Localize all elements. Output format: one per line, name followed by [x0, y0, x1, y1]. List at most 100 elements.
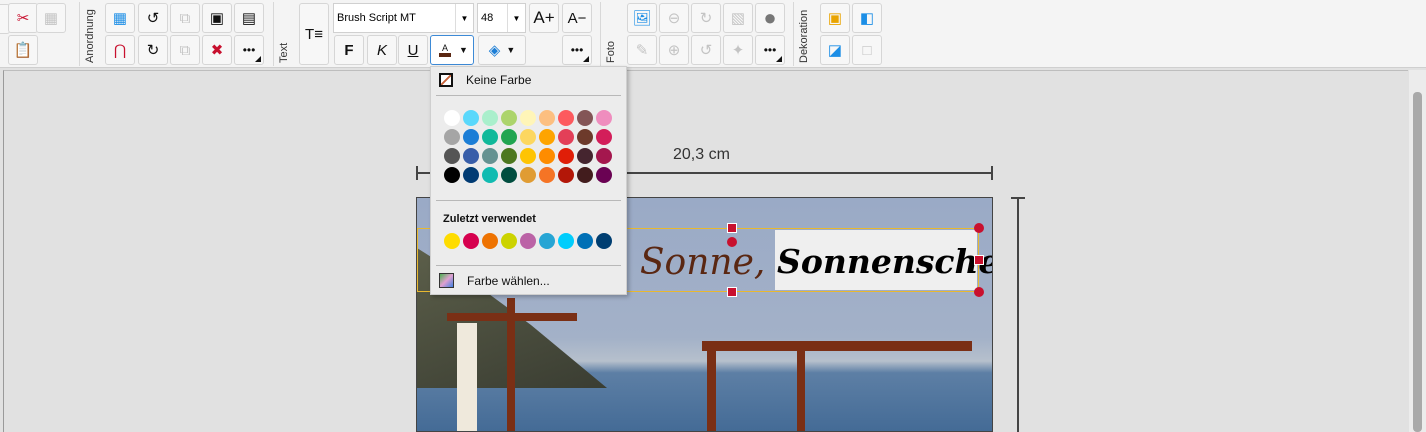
color-swatch[interactable]: [463, 110, 479, 126]
text-color-button[interactable]: A ▼: [430, 35, 474, 65]
pick-color-item[interactable]: Farbe wählen...: [439, 273, 550, 288]
rotate-handle[interactable]: [727, 237, 737, 247]
color-swatch[interactable]: [520, 129, 536, 145]
recent-color-swatch[interactable]: [577, 233, 593, 249]
text-sonnenschein[interactable]: Sonnenschein: [777, 242, 992, 281]
font-family-select[interactable]: Brush Script MT ▼: [333, 3, 474, 33]
underline-button[interactable]: U: [398, 35, 428, 65]
mask-icon[interactable]: ▧: [723, 3, 753, 33]
color-swatch[interactable]: [501, 129, 517, 145]
recent-color-swatch[interactable]: [501, 233, 517, 249]
frame-icon[interactable]: ▣: [820, 3, 850, 33]
color-swatch[interactable]: [520, 148, 536, 164]
color-swatch[interactable]: [520, 110, 536, 126]
send-backward-icon[interactable]: ⧉: [170, 35, 200, 65]
bring-forward-icon[interactable]: ⧉: [170, 3, 200, 33]
color-swatch[interactable]: [577, 110, 593, 126]
zoom-out-photo-icon[interactable]: ⊖: [659, 3, 689, 33]
resize-handle-top[interactable]: [727, 223, 737, 233]
border-icon[interactable]: □: [852, 35, 882, 65]
color-swatch[interactable]: [444, 129, 460, 145]
color-swatch[interactable]: [463, 167, 479, 183]
cut-icon[interactable]: ✂: [8, 3, 38, 33]
font-family-value: Brush Script MT: [337, 12, 416, 24]
rotate-right-icon[interactable]: ↻: [138, 35, 168, 65]
corner-handle-top-right[interactable]: [974, 223, 984, 233]
color-swatch[interactable]: [539, 129, 555, 145]
shrink-font-button[interactable]: A−: [562, 3, 592, 33]
text-sonne[interactable]: , Sonne,: [617, 242, 765, 283]
color-swatch[interactable]: [558, 129, 574, 145]
italic-button[interactable]: K: [367, 35, 397, 65]
recent-color-swatch[interactable]: [539, 233, 555, 249]
chevron-down-icon: ▼: [506, 45, 516, 55]
color-swatch[interactable]: [596, 148, 612, 164]
rotate-photo-left-icon[interactable]: ↺: [691, 35, 721, 65]
fill-color-button[interactable]: ◈ ▼: [478, 35, 526, 65]
color-swatch[interactable]: [577, 129, 593, 145]
zoom-in-photo-icon[interactable]: ⊕: [659, 35, 689, 65]
pick-color-label: Farbe wählen...: [467, 273, 550, 288]
no-color-item[interactable]: Keine Farbe: [439, 73, 531, 87]
picture-shadow-icon[interactable]: ◪: [820, 35, 850, 65]
magnet-icon[interactable]: ⋂: [105, 35, 135, 65]
color-swatch[interactable]: [482, 110, 498, 126]
color-swatch[interactable]: [444, 167, 460, 183]
color-swatch[interactable]: [520, 167, 536, 183]
bold-button[interactable]: F: [334, 35, 364, 65]
color-swatch[interactable]: [501, 110, 517, 126]
grid-icon[interactable]: ▦: [105, 3, 135, 33]
color-swatch[interactable]: [501, 148, 517, 164]
grow-font-button[interactable]: A+: [529, 3, 559, 33]
color-swatch[interactable]: [596, 129, 612, 145]
dimension-tick: [991, 166, 993, 180]
recent-color-swatch[interactable]: [520, 233, 536, 249]
color-swatch[interactable]: [463, 129, 479, 145]
color-swatch[interactable]: [463, 148, 479, 164]
resize-handle-bottom[interactable]: [727, 287, 737, 297]
edit-photo-icon[interactable]: ✎: [627, 35, 657, 65]
color-swatch[interactable]: [558, 167, 574, 183]
color-swatch[interactable]: [596, 110, 612, 126]
rotate-left-icon[interactable]: ↺: [138, 3, 168, 33]
recent-color-swatch[interactable]: [482, 233, 498, 249]
resize-handle-right[interactable]: [974, 255, 984, 265]
paste-icon[interactable]: 📋: [8, 35, 38, 65]
color-swatch[interactable]: [444, 148, 460, 164]
delete-layer-icon[interactable]: ✖: [202, 35, 232, 65]
more-photo-button[interactable]: •••: [755, 35, 785, 65]
bring-to-front-icon[interactable]: ▣: [202, 3, 232, 33]
color-swatch[interactable]: [558, 148, 574, 164]
add-text-icon[interactable]: T≡: [299, 3, 329, 65]
shadow-icon[interactable]: ◧: [852, 3, 882, 33]
face-icon[interactable]: ●: [755, 3, 785, 33]
recent-color-swatch[interactable]: [596, 233, 612, 249]
paste-special-icon[interactable]: ▦: [36, 3, 66, 33]
recent-color-swatch[interactable]: [463, 233, 479, 249]
chevron-down-icon: ▼: [455, 4, 473, 32]
color-swatch[interactable]: [596, 167, 612, 183]
color-swatch[interactable]: [444, 110, 460, 126]
recent-color-swatch[interactable]: [558, 233, 574, 249]
vertical-scrollbar[interactable]: [1409, 70, 1426, 432]
more-arrange-button[interactable]: •••: [234, 35, 264, 65]
corner-handle-bottom-right[interactable]: [974, 287, 984, 297]
color-swatch[interactable]: [539, 110, 555, 126]
font-size-select[interactable]: 48 ▼: [477, 3, 526, 33]
add-photo-icon[interactable]: 🖼: [627, 3, 657, 33]
scrollbar-thumb[interactable]: [1413, 92, 1422, 432]
color-swatch[interactable]: [482, 148, 498, 164]
recent-color-swatch[interactable]: [444, 233, 460, 249]
color-swatch[interactable]: [577, 167, 593, 183]
color-swatch[interactable]: [539, 148, 555, 164]
color-swatch[interactable]: [558, 110, 574, 126]
color-swatch[interactable]: [482, 129, 498, 145]
send-to-back-icon[interactable]: ▤: [234, 3, 264, 33]
color-swatch[interactable]: [539, 167, 555, 183]
color-swatch[interactable]: [482, 167, 498, 183]
color-swatch[interactable]: [501, 167, 517, 183]
more-text-button[interactable]: •••: [562, 35, 592, 65]
color-swatch[interactable]: [577, 148, 593, 164]
rotate-photo-icon[interactable]: ↻: [691, 3, 721, 33]
effects-icon[interactable]: ✦: [723, 35, 753, 65]
